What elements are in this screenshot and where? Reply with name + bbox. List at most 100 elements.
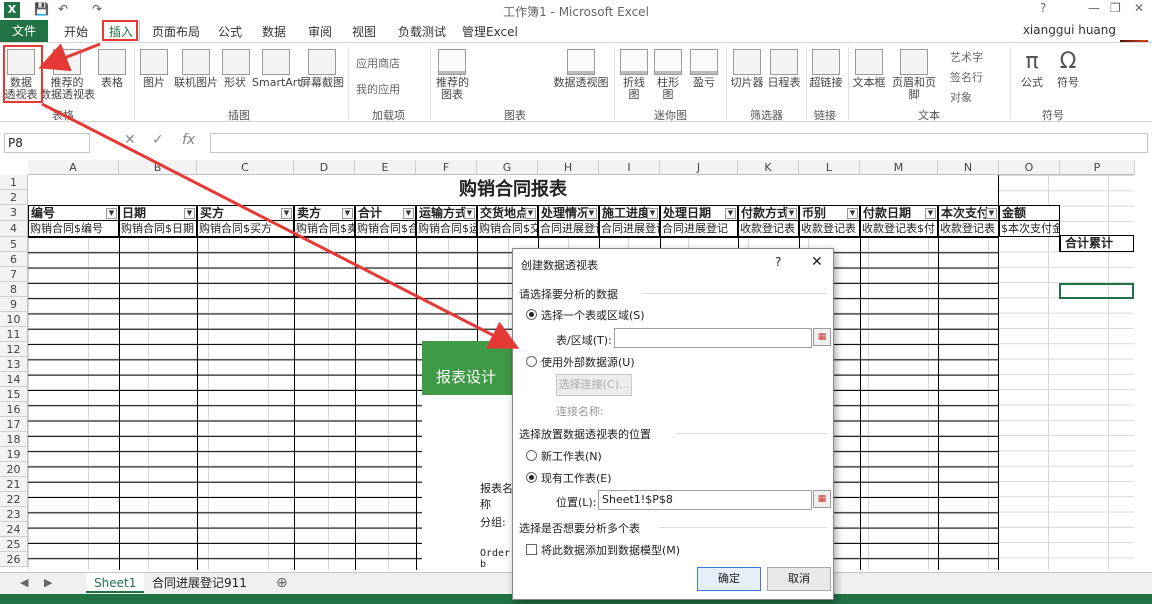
- table-button[interactable]: 表格: [98, 49, 126, 89]
- recommended-pivot-button[interactable]: 推荐的 数据透视表: [40, 49, 95, 101]
- column-header[interactable]: N: [938, 160, 999, 175]
- header-cell[interactable]: 合计 ▼: [355, 205, 416, 221]
- filter-dropdown-icon[interactable]: ▼: [106, 208, 117, 219]
- header-cell[interactable]: 卖方 ▼: [294, 205, 355, 221]
- column-header[interactable]: G: [477, 160, 538, 175]
- column-header[interactable]: F: [416, 160, 477, 175]
- filter-dropdown-icon[interactable]: ▼: [725, 208, 736, 219]
- row-header[interactable]: 10: [0, 312, 28, 327]
- row-header[interactable]: 5: [0, 237, 28, 252]
- column-header[interactable]: C: [197, 160, 294, 175]
- header-footer-button[interactable]: 页眉和页脚: [888, 49, 940, 101]
- smartart-button[interactable]: SmartArt: [252, 49, 302, 89]
- recommended-charts-button[interactable]: 推荐的 图表: [436, 49, 469, 101]
- header-cell[interactable]: 编号 ▼: [28, 205, 119, 221]
- dialog-close-button[interactable]: ✕: [811, 254, 823, 270]
- tab-home[interactable]: 开始: [64, 23, 88, 40]
- selected-cell[interactable]: [1059, 283, 1134, 299]
- field-cell[interactable]: 购销合同$编号: [28, 221, 119, 237]
- radio-existing-sheet[interactable]: [526, 472, 537, 483]
- choose-connection-button[interactable]: 选择连接(C)...: [556, 374, 632, 396]
- header-cell[interactable]: 付款方式 ▼: [738, 205, 799, 221]
- field-cell[interactable]: 购销合同$运输: [416, 221, 477, 237]
- row-header[interactable]: 9: [0, 297, 28, 312]
- radio-select-range[interactable]: [526, 309, 537, 320]
- field-cell[interactable]: 合同进展登记: [599, 221, 660, 237]
- name-box[interactable]: P8: [4, 133, 90, 153]
- picture-button[interactable]: 图片: [140, 49, 168, 89]
- close-button[interactable]: ✕: [1134, 1, 1144, 15]
- row-header[interactable]: 6: [0, 252, 28, 267]
- fx-icon[interactable]: fx: [182, 132, 195, 148]
- my-apps-button[interactable]: 我的应用: [356, 81, 400, 97]
- add-sheet-icon[interactable]: ⊕: [276, 575, 288, 591]
- column-header[interactable]: H: [538, 160, 599, 175]
- row-header[interactable]: 13: [0, 357, 28, 372]
- prev-sheet-icon[interactable]: ◀: [20, 576, 28, 589]
- slicer-button[interactable]: 切片器: [730, 49, 764, 89]
- column-header[interactable]: K: [738, 160, 799, 175]
- row-header[interactable]: 3: [0, 205, 28, 221]
- shapes-button[interactable]: 形状: [222, 49, 250, 89]
- object-button[interactable]: 对象: [950, 89, 972, 105]
- column-header[interactable]: I: [599, 160, 660, 175]
- row-header[interactable]: 18: [0, 432, 28, 447]
- filter-dropdown-icon[interactable]: ▼: [184, 208, 195, 219]
- cancel-icon[interactable]: ✕: [124, 132, 136, 148]
- equation-button[interactable]: π 公式: [1016, 49, 1048, 89]
- report-title[interactable]: 购销合同报表: [28, 175, 999, 205]
- column-header[interactable]: D: [294, 160, 355, 175]
- filter-dropdown-icon[interactable]: ▼: [786, 208, 797, 219]
- timeline-button[interactable]: 日程表: [766, 49, 802, 89]
- radio-external-source[interactable]: [526, 356, 537, 367]
- cancel-button[interactable]: 取消: [767, 567, 831, 591]
- location-picker-icon[interactable]: ▦: [813, 490, 831, 508]
- row-header[interactable]: 23: [0, 507, 28, 522]
- field-cell[interactable]: 收款登记表: [799, 221, 860, 237]
- tab-page-layout[interactable]: 页面布局: [152, 23, 200, 40]
- row-header[interactable]: 20: [0, 462, 28, 477]
- formula-input[interactable]: [210, 133, 1148, 153]
- enter-icon[interactable]: ✓: [152, 132, 164, 148]
- column-sparkline-button[interactable]: 柱形图: [652, 49, 684, 101]
- column-header[interactable]: A: [28, 160, 119, 175]
- app-store-button[interactable]: 应用商店: [356, 55, 400, 71]
- filter-dropdown-icon[interactable]: ▼: [847, 208, 858, 219]
- row-header[interactable]: 21: [0, 477, 28, 492]
- header-cell[interactable]: 运输方式 ▼: [416, 205, 477, 221]
- row-header[interactable]: 2: [0, 190, 28, 205]
- filter-dropdown-icon[interactable]: ▼: [464, 208, 475, 219]
- dialog-help-button[interactable]: ?: [775, 255, 781, 269]
- row-header[interactable]: 16: [0, 402, 28, 417]
- total-cell[interactable]: 合计累计: [1059, 235, 1134, 252]
- header-cell[interactable]: 处理日期 ▼: [660, 205, 738, 221]
- column-header[interactable]: B: [119, 160, 197, 175]
- field-cell[interactable]: 收款登记表: [938, 221, 999, 237]
- filter-dropdown-icon[interactable]: ▼: [586, 208, 597, 219]
- tab-review[interactable]: 审阅: [308, 23, 332, 40]
- tab-file[interactable]: 文件: [0, 20, 48, 42]
- field-cell[interactable]: 购销合同$卖方: [294, 221, 355, 237]
- tab-sheet1[interactable]: Sheet1: [86, 573, 145, 593]
- user-name[interactable]: xianggui huang: [1023, 23, 1116, 37]
- header-cell[interactable]: 本次支付 ▼: [938, 205, 999, 221]
- filter-dropdown-icon[interactable]: ▼: [647, 208, 658, 219]
- help-button[interactable]: ?: [1040, 1, 1046, 15]
- header-cell[interactable]: 交货地点 ▼: [477, 205, 538, 221]
- field-cell[interactable]: 合同进展登记: [660, 221, 738, 237]
- header-cell[interactable]: 金额: [999, 205, 1060, 221]
- header-cell[interactable]: 币别 ▼: [799, 205, 860, 221]
- row-header[interactable]: 26: [0, 552, 28, 567]
- wordart-button[interactable]: 艺术字: [950, 49, 983, 65]
- line-sparkline-button[interactable]: 折线图: [618, 49, 650, 101]
- header-cell[interactable]: 处理情况 ▼: [538, 205, 599, 221]
- ok-button[interactable]: 确定: [697, 567, 761, 591]
- range-picker-icon[interactable]: ▦: [813, 328, 831, 346]
- column-header[interactable]: O: [999, 160, 1060, 175]
- row-header[interactable]: 15: [0, 387, 28, 402]
- column-header[interactable]: E: [355, 160, 416, 175]
- row-header[interactable]: 7: [0, 267, 28, 282]
- field-cell[interactable]: 购销合同$买方: [197, 221, 294, 237]
- filter-dropdown-icon[interactable]: ▼: [525, 208, 536, 219]
- range-input[interactable]: [614, 328, 812, 348]
